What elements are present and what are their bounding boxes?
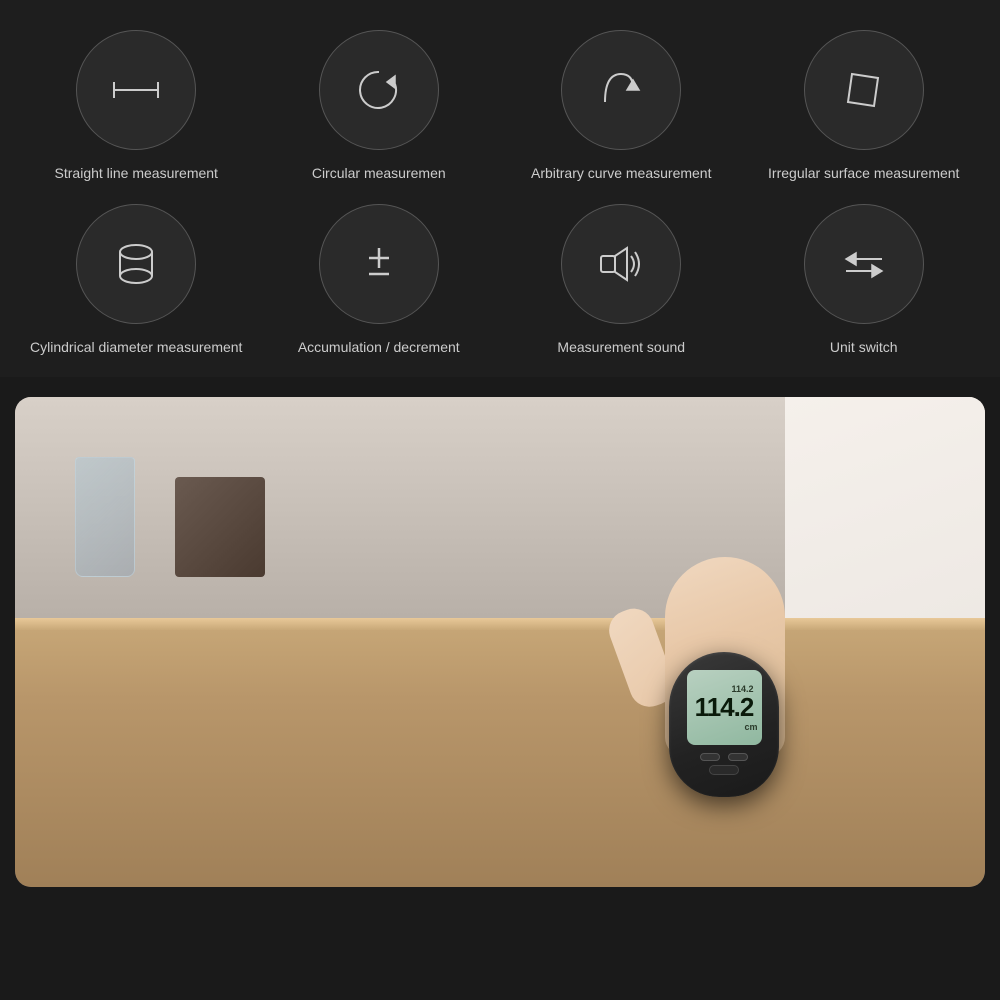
feature-label-cylindrical: Cylindrical diameter measurement — [30, 338, 242, 358]
feature-label-irregular-surface: Irregular surface measurement — [768, 164, 959, 184]
glass-vase — [75, 457, 135, 577]
device-unit-display: cm — [744, 722, 757, 732]
feature-unit-switch: Unit switch — [748, 204, 981, 358]
device-screen: 114.2 114.2 cm — [687, 670, 762, 745]
feature-accumulation: Accumulation / decrement — [263, 204, 496, 358]
feature-label-accumulation: Accumulation / decrement — [298, 338, 460, 358]
feature-label-circular: Circular measuremen — [312, 164, 446, 184]
photo-scene: 114.2 114.2 cm — [15, 397, 985, 887]
circular-icon — [349, 60, 409, 120]
arbitrary-curve-icon — [591, 60, 651, 120]
cylindrical-icon — [106, 234, 166, 294]
feature-circle-arbitrary-curve — [561, 30, 681, 150]
sound-icon — [591, 234, 651, 294]
feature-circle-straight-line — [76, 30, 196, 150]
device-buttons — [700, 753, 748, 761]
unit-switch-icon — [834, 234, 894, 294]
device-main-display: 114.2 — [695, 694, 754, 720]
feature-irregular-surface: Irregular surface measurement — [748, 30, 981, 184]
feature-circle-cylindrical — [76, 204, 196, 324]
hand-device-area: 114.2 114.2 cm — [565, 437, 905, 817]
feature-arbitrary-curve: Arbitrary curve measurement — [505, 30, 738, 184]
feature-circle-accumulation — [319, 204, 439, 324]
device-button-right — [728, 753, 748, 761]
feature-label-measurement-sound: Measurement sound — [557, 338, 685, 358]
features-grid: Straight line measurement Circular measu… — [20, 30, 980, 357]
feature-circle-unit-switch — [804, 204, 924, 324]
device-button-left — [700, 753, 720, 761]
feature-circle-circular — [319, 30, 439, 150]
measuring-device: 114.2 114.2 cm — [669, 652, 779, 797]
straight-line-icon — [106, 60, 166, 120]
feature-circular: Circular measuremen — [263, 30, 496, 184]
product-photo: 114.2 114.2 cm — [15, 397, 985, 887]
page-container: Straight line measurement Circular measu… — [0, 0, 1000, 887]
feature-label-unit-switch: Unit switch — [830, 338, 898, 358]
feature-label-straight-line: Straight line measurement — [55, 164, 218, 184]
background-box — [175, 477, 265, 577]
device-button-bottom — [709, 765, 739, 775]
irregular-surface-icon — [834, 60, 894, 120]
feature-measurement-sound: Measurement sound — [505, 204, 738, 358]
feature-circle-measurement-sound — [561, 204, 681, 324]
feature-label-arbitrary-curve: Arbitrary curve measurement — [531, 164, 712, 184]
accumulation-icon — [349, 234, 409, 294]
features-section: Straight line measurement Circular measu… — [0, 0, 1000, 377]
glass-object — [75, 457, 135, 577]
feature-straight-line: Straight line measurement — [20, 30, 253, 184]
feature-circle-irregular-surface — [804, 30, 924, 150]
feature-cylindrical: Cylindrical diameter measurement — [20, 204, 253, 358]
